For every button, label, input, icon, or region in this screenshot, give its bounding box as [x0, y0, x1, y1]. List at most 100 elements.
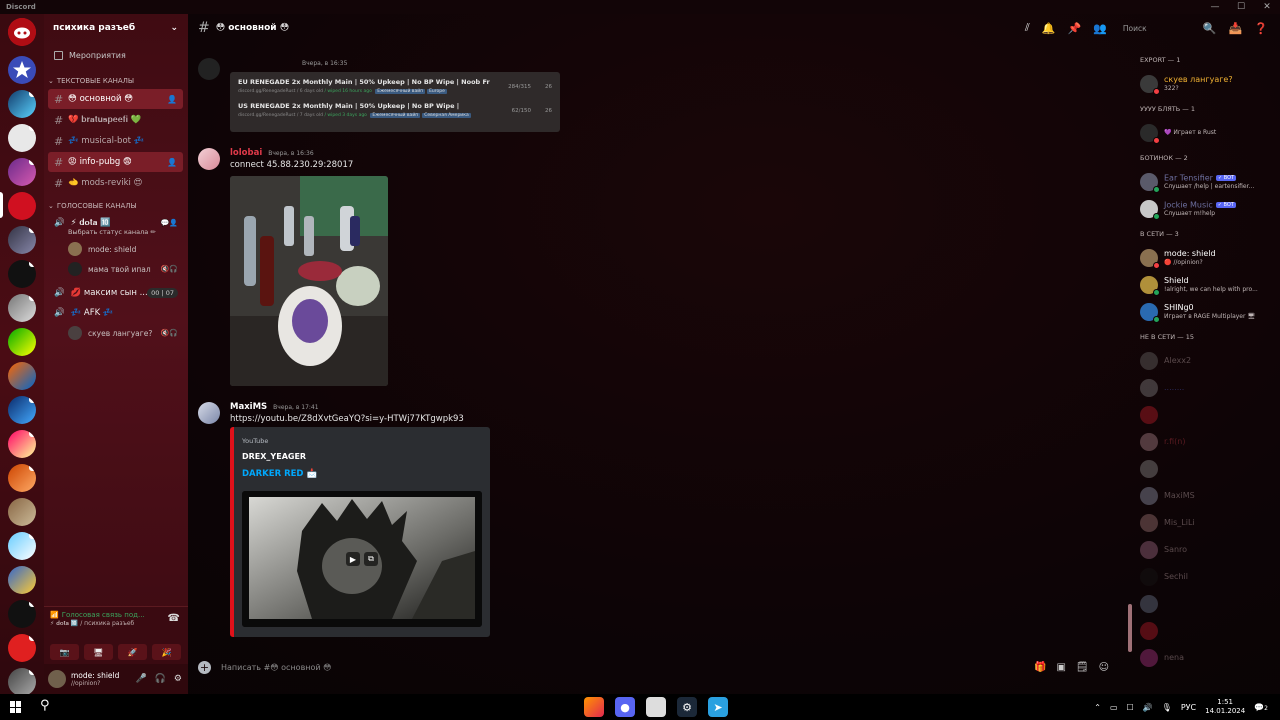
- member-item-offline[interactable]: Alexx2: [1140, 347, 1280, 374]
- attached-photo[interactable]: [230, 176, 388, 386]
- inbox-icon[interactable]: 📥: [1229, 22, 1243, 35]
- server-row[interactable]: US RENEGADE 2x Monthly Main | 50% Upkeep…: [238, 102, 552, 126]
- member-item-offline[interactable]: MaxiMS: [1140, 482, 1280, 509]
- network-icon[interactable]: ☐: [1127, 703, 1134, 712]
- avatar[interactable]: [198, 402, 220, 424]
- add-member-icon[interactable]: 👤: [167, 95, 177, 104]
- member-item-offline[interactable]: [1140, 617, 1280, 644]
- microphone-icon[interactable]: 🎤: [135, 674, 146, 684]
- voice-location[interactable]: ⚡ 𝐝𝐨𝐭𝐚 🔟 / психика разъеб: [44, 619, 188, 629]
- volume-icon[interactable]: 🔊: [1143, 703, 1153, 712]
- windows-start-icon[interactable]: [10, 701, 22, 713]
- open-external-icon[interactable]: ⧉: [364, 552, 378, 566]
- avatar[interactable]: [198, 148, 220, 170]
- channel-bratusspeefi[interactable]: # 💔 𝐛𝐫𝐚𝐭𝐮𝐬𝐩𝐞𝐞𝐟𝐢 💚: [48, 110, 183, 130]
- member-item-offline[interactable]: Sechil: [1140, 563, 1280, 590]
- language-indicator[interactable]: РУС: [1181, 703, 1196, 712]
- server-icon-19[interactable]: [8, 668, 36, 696]
- soundboard-icon[interactable]: 🎉: [152, 644, 181, 660]
- voice-channel-dota[interactable]: 🔊 ⚡ 𝐝𝐨𝐭𝐚 🔟 💬👤: [44, 213, 188, 233]
- member-item[interactable]: 💜 Играет в Rust: [1140, 119, 1280, 146]
- server-icon-12[interactable]: [8, 430, 36, 458]
- server-icon-16[interactable]: [8, 566, 36, 594]
- home-button[interactable]: [8, 18, 36, 46]
- member-item[interactable]: mode: shield 🔴 //opinion?: [1140, 244, 1280, 271]
- activity-rocket-icon[interactable]: 🚀: [118, 644, 147, 660]
- member-item-offline[interactable]: ........: [1140, 374, 1280, 401]
- server-icon-13[interactable]: [8, 464, 36, 492]
- chat-icon[interactable]: 💬👤: [161, 219, 178, 227]
- message-author[interactable]: lolobai: [230, 148, 262, 158]
- server-icon-4[interactable]: [8, 158, 36, 186]
- discord-app-icon[interactable]: ●: [615, 697, 635, 717]
- sticker-icon[interactable]: 🗒: [1076, 662, 1089, 673]
- disconnect-icon[interactable]: ☎: [168, 613, 180, 624]
- search-icon[interactable]: ⚲: [40, 698, 50, 713]
- play-icon[interactable]: ▶: [346, 552, 360, 566]
- close-button[interactable]: ✕: [1254, 0, 1280, 14]
- notifications-icon[interactable]: 💬2: [1254, 703, 1268, 712]
- server-icon-10[interactable]: [8, 362, 36, 390]
- server-icon-8[interactable]: [8, 294, 36, 322]
- server-icon-14[interactable]: [8, 498, 36, 526]
- voice-user[interactable]: скуев лангуаге? 🔇🎧: [44, 323, 188, 343]
- category-text-channels[interactable]: ⌄ ТЕКСТОВЫЕ КАНАЛЫ: [44, 74, 188, 88]
- member-item[interactable]: скуев лангуаге? 322?: [1140, 70, 1280, 97]
- pin-icon[interactable]: 📌: [1067, 22, 1081, 35]
- server-icon-9[interactable]: [8, 328, 36, 356]
- youtube-link[interactable]: https://youtu.be/Z8dXvtGeaYQ?si=y-HTWj77…: [230, 414, 464, 424]
- threads-icon[interactable]: ⫽: [1025, 21, 1030, 35]
- member-item-offline[interactable]: [1140, 590, 1280, 617]
- channel-info-pubg[interactable]: # 😡 info-pubg 😨 👤: [48, 152, 183, 172]
- maximize-button[interactable]: ☐: [1228, 0, 1254, 14]
- minimize-button[interactable]: —: [1202, 0, 1228, 14]
- events-button[interactable]: Мероприятия: [44, 42, 188, 68]
- steam-icon[interactable]: ⚙: [677, 697, 697, 717]
- member-item-offline[interactable]: Sanro: [1140, 536, 1280, 563]
- message-input[interactable]: Написать #😳 основной 😳: [221, 663, 332, 672]
- member-item[interactable]: Shield !alright, we can help with pro...: [1140, 271, 1280, 298]
- plus-icon[interactable]: +: [198, 660, 211, 674]
- gear-icon[interactable]: ⚙: [174, 674, 182, 684]
- chevron-up-icon[interactable]: ⌃: [1094, 703, 1101, 712]
- avatar[interactable]: [198, 58, 220, 80]
- app-icon[interactable]: [646, 697, 666, 717]
- clock[interactable]: 1:51 14.01.2024: [1205, 698, 1245, 716]
- member-item-offline[interactable]: [1140, 455, 1280, 482]
- gift-icon[interactable]: 🎁: [1034, 662, 1046, 673]
- telegram-icon[interactable]: ➤: [708, 697, 728, 717]
- server-row[interactable]: EU RENEGADE 2x Monthly Main | 50% Upkeep…: [238, 78, 552, 102]
- search-input[interactable]: Поиск: [1119, 24, 1191, 33]
- channel-mods-reviki[interactable]: # 🫲 mods-reviki 😍: [48, 173, 183, 193]
- help-icon[interactable]: ❓: [1254, 22, 1268, 35]
- members-icon[interactable]: 👥: [1093, 22, 1107, 35]
- member-item-offline[interactable]: nena: [1140, 644, 1280, 671]
- voice-channel-maksim[interactable]: 🔊 💋 максим сын ... 00 | 07: [44, 283, 188, 303]
- server-icon-11[interactable]: [8, 396, 36, 424]
- server-icon-6[interactable]: [8, 226, 36, 254]
- server-icon-star[interactable]: [8, 56, 36, 84]
- voice-status[interactable]: 📶 Голосовая связь под...: [44, 607, 188, 619]
- gif-icon[interactable]: ▣: [1056, 662, 1065, 673]
- channel-osnovnoy[interactable]: # 😳 основной 😳 👤: [48, 89, 183, 109]
- member-item[interactable]: SHINg0 Играет в RAGE Multiplayer 🖥: [1140, 298, 1280, 325]
- tray-app-icon[interactable]: ▭: [1110, 703, 1118, 712]
- server-icon-17[interactable]: [8, 600, 36, 628]
- member-item[interactable]: Jockie Music ✓ BOT Слушает m!help: [1140, 195, 1280, 222]
- server-icon-7[interactable]: [8, 260, 36, 288]
- user-info[interactable]: mode: shield //opinion?: [71, 671, 119, 687]
- server-icon-15[interactable]: [8, 532, 36, 560]
- member-item[interactable]: Ear Tensifier ✓ BOT Слушает /help | earten…: [1140, 168, 1280, 195]
- screen-share-icon[interactable]: 🖥: [84, 644, 113, 660]
- server-icon-active[interactable]: [8, 192, 36, 220]
- embed-author[interactable]: DREX_YEAGER: [242, 452, 306, 461]
- firefox-icon[interactable]: [584, 697, 604, 717]
- microphone-icon[interactable]: 🎙: [1162, 703, 1172, 712]
- member-item-offline[interactable]: r.fi(n): [1140, 428, 1280, 455]
- search-icon[interactable]: 🔍: [1203, 22, 1217, 35]
- member-item-offline[interactable]: Mis_LiLi: [1140, 509, 1280, 536]
- camera-icon[interactable]: 📷: [50, 644, 79, 660]
- chat-scrollbar[interactable]: [1128, 604, 1132, 652]
- server-icon-3[interactable]: [8, 124, 36, 152]
- headphones-icon[interactable]: 🎧: [155, 674, 166, 684]
